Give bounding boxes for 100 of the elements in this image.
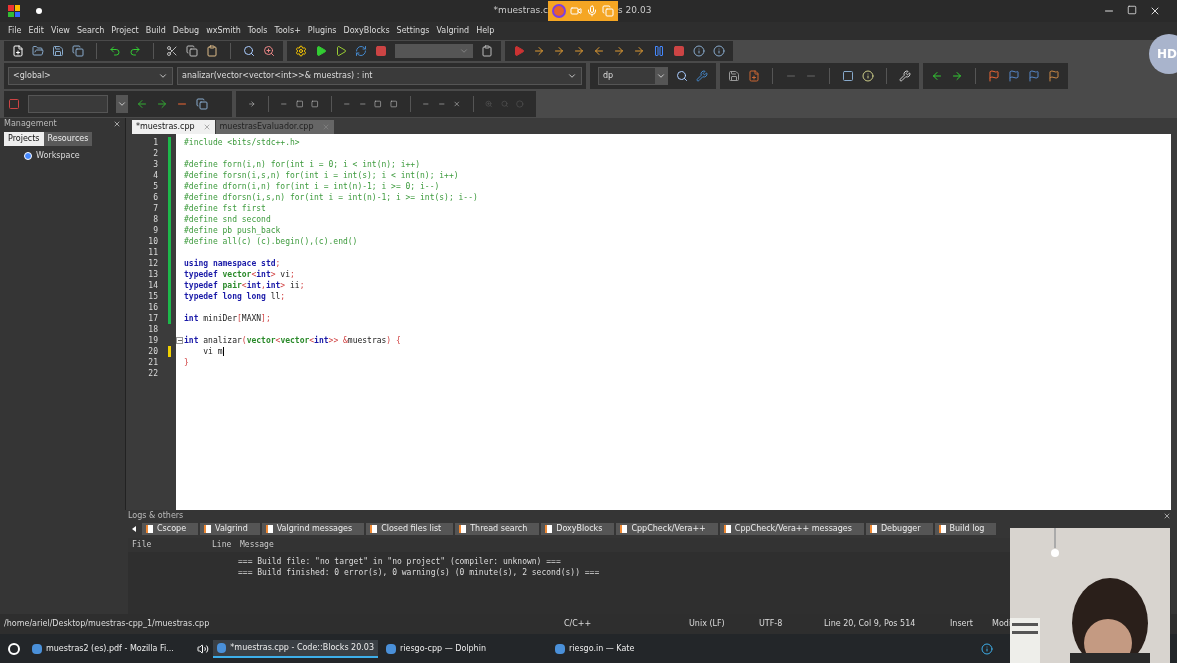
forward-icon[interactable] (951, 70, 963, 82)
fold-icon[interactable] (176, 337, 183, 344)
editor-tab[interactable]: *muestras.cpp (132, 120, 215, 134)
speaker-icon[interactable] (197, 642, 209, 655)
log-tab[interactable]: Cscope (142, 523, 199, 535)
menu-item[interactable]: Help (476, 25, 495, 37)
pointer-icon[interactable] (248, 98, 256, 110)
close-icon[interactable] (1149, 5, 1161, 17)
log-tab[interactable]: Thread search (455, 523, 540, 535)
microphone-icon[interactable] (586, 5, 599, 17)
log-tab[interactable]: Build log (934, 523, 997, 535)
column-header[interactable]: Line (208, 539, 236, 551)
step-out-icon[interactable] (573, 45, 585, 57)
search-icon[interactable] (243, 45, 255, 57)
menu-item[interactable]: Search (76, 25, 105, 37)
forward-icon[interactable] (156, 98, 168, 110)
panel-tab[interactable]: Resources (43, 132, 93, 146)
copy-icon[interactable] (186, 45, 198, 57)
log-tab[interactable]: CppCheck/Vera++ (616, 523, 718, 535)
tree-item[interactable]: Workspace (36, 150, 80, 162)
menu-item[interactable]: Debug (172, 25, 200, 37)
menu-item[interactable]: File (8, 25, 22, 37)
search-combo[interactable]: dp (598, 67, 668, 85)
close-icon[interactable] (113, 120, 121, 128)
log-tab[interactable]: CppCheck/Vera++ messages (719, 523, 864, 535)
redo-icon[interactable] (129, 45, 141, 57)
pause-icon[interactable] (653, 45, 665, 57)
menu-item[interactable]: Build (145, 25, 166, 37)
code-editor[interactable] (126, 134, 1171, 510)
log-tab[interactable]: Valgrind (200, 523, 260, 535)
taskbar-item[interactable]: *muestras.cpp - Code::Blocks 20.03 (213, 639, 378, 658)
play-icon[interactable] (315, 45, 327, 57)
step-icon[interactable] (533, 45, 545, 57)
paste-icon[interactable] (206, 45, 218, 57)
log-message: === Build file: "no target" in "no project" (compiler: unknown) === (238, 556, 562, 567)
cut-icon[interactable] (166, 45, 178, 57)
panel-tab[interactable]: Projects (4, 132, 44, 146)
wrench-icon[interactable] (696, 70, 708, 82)
status-language: C/C++ (564, 618, 593, 630)
search-icon[interactable] (676, 70, 688, 82)
open-folder-icon[interactable] (32, 45, 44, 57)
taskbar-item[interactable]: riesgo-cpp — Dolphin (382, 639, 547, 658)
taskbar-item[interactable]: muestras2 (es).pdf - Mozilla Fi... (28, 639, 193, 658)
info-icon[interactable] (981, 642, 993, 655)
add-icon[interactable] (748, 70, 760, 82)
new-file-icon[interactable] (12, 45, 24, 57)
stop-icon[interactable] (375, 45, 387, 57)
step-into-icon[interactable] (553, 45, 565, 57)
menu-item[interactable]: Plugins (307, 25, 337, 37)
menu-item[interactable]: Settings (396, 25, 430, 37)
build-run-icon[interactable] (335, 45, 347, 57)
log-tab[interactable]: Closed files list (366, 523, 454, 535)
line-number: 1 (152, 136, 158, 149)
log-tab[interactable]: DoxyBlocks (541, 523, 615, 535)
back-icon[interactable] (136, 98, 148, 110)
restore-icon[interactable] (1127, 5, 1137, 15)
replace-icon[interactable] (263, 45, 275, 57)
back-icon[interactable] (931, 70, 943, 82)
function-dropdown[interactable]: analizar(vector<vector<int>>& muestras) : int (177, 67, 582, 85)
dropdown-button[interactable] (116, 95, 128, 113)
menu-item[interactable]: wxSmith (206, 25, 241, 37)
menu-item[interactable]: Project (111, 25, 139, 37)
debug-icon[interactable] (513, 45, 525, 57)
refresh-icon[interactable] (355, 45, 367, 57)
scope-dropdown[interactable]: <global> (8, 67, 173, 85)
taskbar-item[interactable]: riesgo.in — Kate (551, 639, 716, 658)
menu-item[interactable]: Tools (247, 25, 268, 37)
menu-item[interactable]: Valgrind (436, 25, 470, 37)
flag-icon[interactable] (1008, 70, 1020, 82)
flag-icon[interactable] (988, 70, 1000, 82)
close-icon[interactable] (1163, 512, 1171, 520)
launcher-icon[interactable] (8, 642, 20, 655)
stop-icon[interactable] (8, 98, 20, 110)
line-number: 20 (147, 345, 158, 358)
jump-icon[interactable] (633, 45, 645, 57)
window-icon[interactable] (842, 70, 854, 82)
wrench-icon[interactable] (899, 70, 911, 82)
column-header[interactable]: Message (236, 539, 274, 551)
menu-item[interactable]: Tools+ (274, 25, 301, 37)
scroll-left-icon[interactable] (132, 526, 136, 532)
flag-icon[interactable] (1048, 70, 1060, 82)
file-path: /home/ariel/Desktop/muestras-cpp_1/muestras.cpp (4, 618, 211, 630)
menu-item[interactable]: DoxyBlocks (343, 25, 390, 37)
next-icon[interactable] (613, 45, 625, 57)
text-field[interactable] (28, 95, 108, 113)
column-header[interactable]: File (128, 539, 208, 551)
log-tab[interactable]: Debugger (865, 523, 933, 535)
undo-icon[interactable] (109, 45, 121, 57)
gear-icon[interactable] (295, 45, 307, 57)
flag-icon[interactable] (1028, 70, 1040, 82)
log-tab[interactable]: Valgrind messages (261, 523, 365, 535)
info-icon[interactable] (693, 45, 705, 57)
menu-item[interactable]: View (50, 25, 70, 37)
menu-item[interactable]: Edit (28, 25, 44, 37)
line-number: 9 (152, 224, 158, 237)
save-icon[interactable] (52, 45, 64, 57)
panel-title: Logs & others (128, 510, 184, 522)
code-line: #define fst first (183, 202, 266, 215)
step-back-icon[interactable] (593, 45, 605, 57)
stop-icon[interactable] (673, 45, 685, 57)
